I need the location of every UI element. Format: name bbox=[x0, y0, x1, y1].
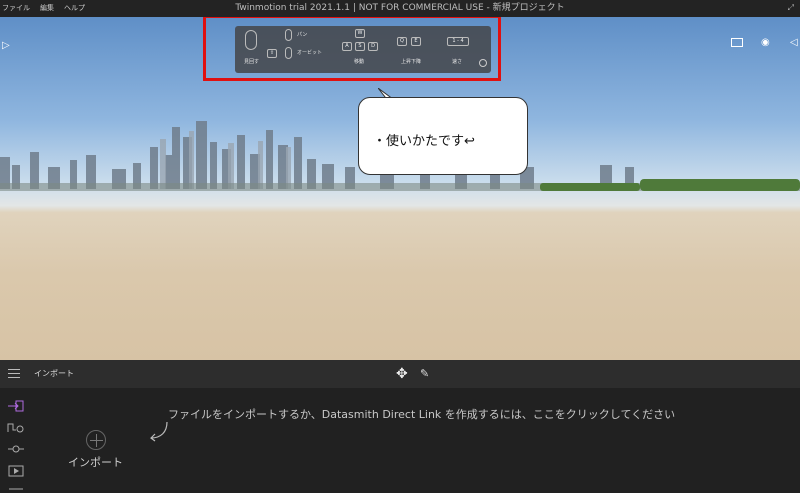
chevron-left-icon[interactable]: ◁ bbox=[790, 37, 798, 48]
window-control-icon[interactable]: ⤢ bbox=[788, 3, 794, 13]
bottom-toolbar: インポート ✥ ✎ bbox=[0, 360, 800, 388]
annotation-text: ・使いかたです↩ bbox=[373, 134, 475, 149]
title-bar: Twinmotion trial 2021.1.1 | NOT FOR COMM… bbox=[0, 0, 800, 17]
import-icon[interactable] bbox=[7, 400, 25, 412]
menu-help[interactable]: ヘルプ bbox=[64, 0, 85, 17]
export-icon[interactable] bbox=[7, 487, 25, 493]
toolbar-title: インポート bbox=[34, 369, 74, 378]
add-import-icon[interactable] bbox=[86, 430, 106, 450]
highlight-box bbox=[203, 17, 501, 81]
menu-icon[interactable] bbox=[8, 369, 20, 378]
path-icon[interactable] bbox=[7, 421, 25, 433]
menu-bar: ファイル 編集 ヘルプ bbox=[0, 0, 85, 17]
menu-edit[interactable]: 編集 bbox=[40, 0, 54, 17]
import-instruction[interactable]: ファイルをインポートするか、Datasmith Direct Link を作成す… bbox=[168, 406, 675, 422]
import-panel[interactable]: ファイルをインポートするか、Datasmith Direct Link を作成す… bbox=[0, 388, 800, 493]
move-gizmo-icon[interactable]: ✥ bbox=[396, 366, 408, 382]
chevron-right-icon[interactable]: ▷ bbox=[2, 40, 10, 51]
media-icon[interactable] bbox=[7, 465, 25, 477]
curved-arrow-icon bbox=[150, 421, 168, 442]
pen-icon[interactable]: ✎ bbox=[420, 367, 429, 380]
layout-icon[interactable] bbox=[731, 38, 743, 47]
import-button-label[interactable]: インポート bbox=[68, 454, 123, 470]
connect-icon[interactable] bbox=[7, 443, 25, 455]
eye-icon[interactable]: ◉ bbox=[761, 37, 770, 48]
window-title: Twinmotion trial 2021.1.1 | NOT FOR COMM… bbox=[235, 3, 565, 13]
annotation-bubble: ・使いかたです↩ bbox=[358, 97, 528, 175]
viewport[interactable]: ▷ ◉ ◁ 見回す ⇧ パン オービット W A S D 移動 Q E 上昇下降… bbox=[0, 17, 800, 360]
menu-file[interactable]: ファイル bbox=[2, 0, 30, 17]
